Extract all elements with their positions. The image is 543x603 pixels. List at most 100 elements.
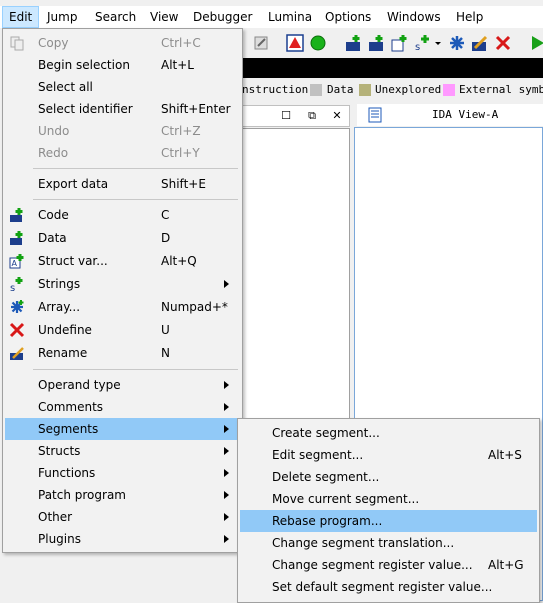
submenu-item-rebase-program[interactable]: Rebase program... <box>240 510 537 532</box>
menu-item-label: Data <box>38 231 67 245</box>
code-icon <box>10 208 23 222</box>
menu-item-label: Patch program <box>38 488 126 502</box>
menu-item-shortcut: Shift+E <box>161 177 206 191</box>
submenu-item-change-segment-translation[interactable]: Change segment translation... <box>240 532 537 554</box>
menu-item-undo[interactable]: Undo Ctrl+Z <box>5 120 240 142</box>
menu-item-shortcut: Shift+Enter <box>161 102 231 116</box>
svg-text:s: s <box>10 283 15 292</box>
maximize-icon[interactable]: ☐ <box>279 109 293 123</box>
submenu-item-edit-segment[interactable]: Edit segment... Alt+S <box>240 444 537 466</box>
struct-toolbar-icon[interactable] <box>391 34 409 52</box>
svg-text:s: s <box>415 42 420 52</box>
menu-item-rename[interactable]: Rename N <box>5 342 240 364</box>
menu-item-patch-program[interactable]: Patch program <box>5 484 240 506</box>
menu-jump[interactable]: Jump <box>41 6 83 28</box>
array-toolbar-icon[interactable] <box>448 34 466 52</box>
menu-item-other[interactable]: Other <box>5 506 240 528</box>
menu-item-label: Rename <box>38 346 88 360</box>
menu-item-select-identifier[interactable]: Select identifier Shift+Enter <box>5 98 240 120</box>
submenu-arrow-icon <box>224 513 229 521</box>
legend-instruction-label: nstruction <box>242 83 309 96</box>
menu-item-label: Select all <box>38 80 93 94</box>
strings-toolbar-icon[interactable]: s <box>414 34 432 52</box>
menu-item-label: Structs <box>38 444 81 458</box>
legend-data-label: Data <box>327 83 354 96</box>
menu-item-label: Delete segment... <box>272 470 380 484</box>
menu-item-label: Comments <box>38 400 104 414</box>
legend-external-label: External symbo <box>459 83 543 96</box>
menu-windows[interactable]: Windows <box>381 6 447 28</box>
submenu-item-create-segment[interactable]: Create segment... <box>240 422 537 444</box>
toolbar: s <box>240 28 543 58</box>
submenu-arrow-icon <box>224 447 229 455</box>
menu-item-shortcut: Alt+Q <box>161 254 197 268</box>
menu-edit[interactable]: Edit <box>2 6 40 28</box>
menu-item-operand-type[interactable]: Operand type <box>5 374 240 396</box>
menu-item-label: Struct var... <box>38 254 108 268</box>
menu-item-label: Edit segment... <box>272 448 364 462</box>
menu-item-functions[interactable]: Functions <box>5 462 240 484</box>
submenu-arrow-icon <box>224 280 229 288</box>
run-icon[interactable] <box>528 34 543 52</box>
menu-separator <box>33 168 238 169</box>
menu-item-label: Array... <box>38 300 81 314</box>
menu-item-copy[interactable]: Copy Ctrl+C <box>5 32 240 54</box>
menu-lumina[interactable]: Lumina <box>262 6 318 28</box>
ida-view-tab[interactable]: IDA View-A <box>357 104 543 126</box>
menu-item-redo[interactable]: Redo Ctrl+Y <box>5 142 240 164</box>
menu-item-data[interactable]: Data D <box>5 227 240 249</box>
legend-unexplored-label: Unexplored <box>375 83 442 96</box>
menu-item-undefine[interactable]: Undefine U <box>5 319 240 341</box>
menu-item-label: Redo <box>38 146 69 160</box>
dropdown-arrow-icon[interactable] <box>434 34 442 52</box>
menu-item-shortcut: C <box>161 208 170 222</box>
menu-item-strings[interactable]: s Strings <box>5 273 240 295</box>
menu-item-label: Strings <box>38 277 81 291</box>
legend-unexplored-swatch <box>359 84 371 96</box>
menu-item-select-all[interactable]: Select all <box>5 76 240 98</box>
menu-item-code[interactable]: Code C <box>5 204 240 226</box>
menu-item-label: Operand type <box>38 378 121 392</box>
submenu-arrow-icon <box>224 469 229 477</box>
menu-item-structs[interactable]: Structs <box>5 440 240 462</box>
menu-item-shortcut: Ctrl+C <box>161 36 201 50</box>
array-icon <box>11 300 24 313</box>
menu-item-label: Export data <box>38 177 109 191</box>
menu-item-shortcut: D <box>161 231 171 245</box>
menu-item-shortcut: Ctrl+Y <box>161 146 200 160</box>
green-circle-icon[interactable] <box>309 34 327 52</box>
restore-icon[interactable]: ⧉ <box>305 109 319 123</box>
menu-options[interactable]: Options <box>319 6 377 28</box>
rename-toolbar-icon[interactable] <box>471 34 489 52</box>
disassembly-icon[interactable] <box>253 34 271 52</box>
code-toolbar-icon[interactable] <box>345 34 363 52</box>
menu-item-label: Plugins <box>38 532 81 546</box>
submenu-item-delete-segment[interactable]: Delete segment... <box>240 466 537 488</box>
menu-debugger[interactable]: Debugger <box>187 6 258 28</box>
menu-item-array[interactable]: Array... Numpad+* <box>5 296 240 318</box>
edit-menu: Copy Ctrl+C Begin selection Alt+L Select… <box>2 28 243 553</box>
menu-item-label: Undo <box>38 124 70 138</box>
menu-item-label: Functions <box>38 466 96 480</box>
menu-item-begin-selection[interactable]: Begin selection Alt+L <box>5 54 240 76</box>
menu-item-plugins[interactable]: Plugins <box>5 528 240 550</box>
menu-item-export-data[interactable]: Export data Shift+E <box>5 173 240 195</box>
menu-item-comments[interactable]: Comments <box>5 396 240 418</box>
menu-item-label: Change segment translation... <box>272 536 455 550</box>
submenu-arrow-icon <box>224 403 229 411</box>
menu-view[interactable]: View <box>144 6 184 28</box>
menu-search[interactable]: Search <box>89 6 142 28</box>
data-toolbar-icon[interactable] <box>368 34 386 52</box>
menu-item-struct-var[interactable]: A Struct var... Alt+Q <box>5 250 240 272</box>
submenu-item-change-segment-register-value[interactable]: Change segment register value... Alt+G <box>240 554 537 576</box>
submenu-item-move-current-segment[interactable]: Move current segment... <box>240 488 537 510</box>
submenu-arrow-icon <box>224 535 229 543</box>
menu-item-label: Copy <box>38 36 69 50</box>
menu-help[interactable]: Help <box>450 6 489 28</box>
submenu-item-set-default-segment-register-value[interactable]: Set default segment register value... <box>240 576 537 598</box>
navigation-band[interactable] <box>240 58 543 78</box>
undefine-toolbar-icon[interactable] <box>494 34 512 52</box>
close-icon[interactable]: ✕ <box>330 109 344 123</box>
menu-item-segments[interactable]: Segments <box>5 418 240 440</box>
warning-icon[interactable] <box>286 34 304 52</box>
